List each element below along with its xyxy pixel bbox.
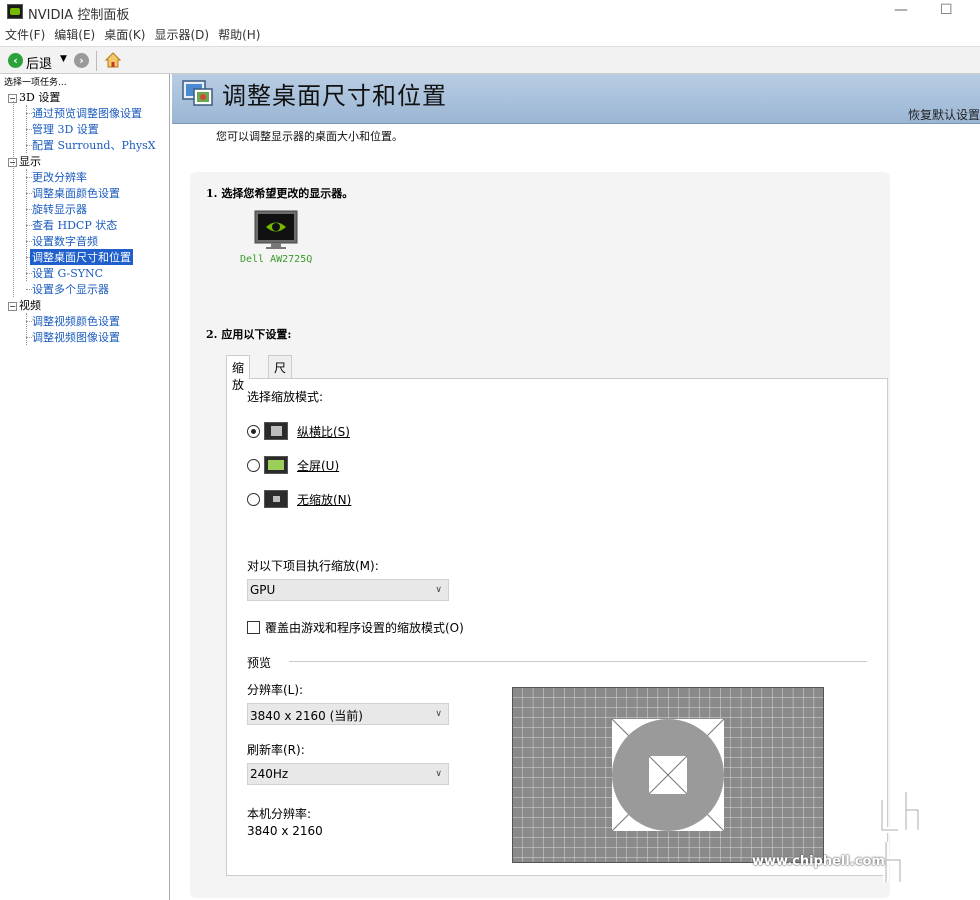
override-scaling-checkbox[interactable] — [247, 621, 260, 634]
tab-size[interactable]: 尺寸 — [268, 355, 293, 392]
monitor-icon[interactable] — [254, 210, 298, 250]
radio-no-scaling[interactable]: 无缩放(N) — [247, 489, 351, 509]
monitor-name-label[interactable]: Dell AW2725Q — [240, 254, 312, 265]
tree-item-preview-image-settings[interactable]: 通过预览调整图像设置 — [32, 105, 142, 121]
perform-scaling-value: GPU — [250, 583, 276, 597]
scaling-tab-pane: 选择缩放模式: 纵横比(S) 全屏(U) 无缩放(N) 对以下项目执行缩放(M)… — [226, 378, 888, 876]
tree-item-change-resolution[interactable]: 更改分辨率 — [32, 169, 87, 185]
override-scaling-label[interactable]: 覆盖由游戏和程序设置的缩放模式(O) — [265, 619, 464, 636]
tree-item-manage-3d-settings[interactable]: 管理 3D 设置 — [32, 121, 99, 137]
radio-fullscreen-button[interactable] — [247, 458, 260, 472]
tree-item-set-gsync[interactable]: 设置 G-SYNC — [32, 265, 103, 281]
collapse-icon[interactable]: − — [8, 94, 17, 103]
scaling-mode-title: 选择缩放模式: — [247, 390, 324, 404]
toolbar: ‹ 后退 ▼ › — [0, 46, 980, 74]
forward-arrow-icon[interactable]: › — [74, 53, 89, 68]
minimize-icon[interactable]: — — [894, 2, 908, 18]
back-history-dropdown-icon[interactable]: ▼ — [60, 54, 67, 64]
page-banner: 调整桌面尺寸和位置 恢复默认设置 — [172, 74, 980, 124]
tree-category-3d-settings[interactable]: −3D 设置 — [8, 89, 60, 105]
collapse-icon[interactable]: − — [8, 158, 17, 167]
tree-item-set-multiple-displays[interactable]: 设置多个显示器 — [32, 281, 109, 297]
toolbar-separator — [96, 51, 97, 71]
resolution-label: 分辨率(L): — [247, 683, 304, 697]
tab-scaling[interactable]: 缩放 — [226, 355, 251, 392]
page-description: 您可以调整显示器的桌面大小和位置。 — [216, 130, 403, 143]
tree-item-rotate-display[interactable]: 旋转显示器 — [32, 201, 87, 217]
back-arrow-icon[interactable]: ‹ — [8, 53, 23, 68]
window-title: NVIDIA 控制面板 — [28, 8, 130, 23]
page-title: 调整桌面尺寸和位置 — [222, 82, 447, 110]
menu-file[interactable]: 文件(F) — [5, 26, 45, 46]
radio-aspect-ratio[interactable]: 纵横比(S) — [247, 421, 350, 441]
perform-scaling-label: 对以下项目执行缩放(M): — [247, 559, 379, 573]
scaling-preview — [512, 687, 824, 863]
radio-fullscreen[interactable]: 全屏(U) — [247, 455, 339, 475]
restore-defaults-link[interactable]: 恢复默认设置 — [908, 106, 980, 123]
menu-edit[interactable]: 编辑(E) — [54, 26, 95, 46]
settings-panel: 1. 选择您希望更改的显示器。 Dell AW2725Q 2. 应用以下设置: … — [190, 172, 890, 898]
task-tree-header: 选择一项任务... — [4, 78, 67, 88]
no-scaling-icon — [264, 490, 288, 508]
preview-divider — [289, 661, 867, 662]
back-button-label[interactable]: 后退 — [26, 53, 52, 72]
tree-item-adjust-video-color[interactable]: 调整视频颜色设置 — [32, 313, 120, 329]
resolution-value: 3840 x 2160 (当前) — [250, 709, 363, 723]
tree-item-configure-surround-physx[interactable]: 配置 Surround、PhysX — [32, 137, 156, 153]
chevron-down-icon: ∨ — [435, 585, 442, 595]
tree-item-set-digital-audio[interactable]: 设置数字音频 — [32, 233, 98, 249]
chevron-down-icon: ∨ — [435, 769, 442, 779]
override-scaling-checkbox-row[interactable]: 覆盖由游戏和程序设置的缩放模式(O) — [247, 619, 464, 636]
native-resolution-label: 本机分辨率: — [247, 807, 312, 821]
menu-desktop[interactable]: 桌面(K) — [104, 26, 145, 46]
resolution-select[interactable]: 3840 x 2160 (当前) ∨ — [247, 703, 449, 725]
step2-heading: 2. 应用以下设置: — [206, 328, 292, 341]
radio-aspect-ratio-label[interactable]: 纵横比(S) — [297, 423, 350, 440]
chevron-down-icon: ∨ — [435, 709, 442, 719]
tree-category-display[interactable]: − 显示 — [8, 153, 41, 169]
tree-item-adjust-video-image[interactable]: 调整视频图像设置 — [32, 329, 120, 345]
tree-category-video[interactable]: − 视频 — [8, 297, 41, 313]
task-tree-panel: 选择一项任务... −3D 设置 通过预览调整图像设置 管理 3D 设置 配置 … — [0, 74, 170, 900]
step1-heading: 1. 选择您希望更改的显示器。 — [206, 187, 354, 200]
aspect-ratio-icon — [264, 422, 288, 440]
perform-scaling-select[interactable]: GPU ∨ — [247, 579, 449, 601]
collapse-icon[interactable]: − — [8, 302, 17, 311]
menu-help[interactable]: 帮助(H) — [218, 26, 260, 46]
refresh-rate-select[interactable]: 240Hz ∨ — [247, 763, 449, 785]
maximize-icon[interactable]: ☐ — [940, 2, 953, 18]
native-resolution-value: 3840 x 2160 — [247, 824, 323, 838]
nvidia-app-icon — [7, 4, 23, 19]
fullscreen-icon — [264, 456, 288, 474]
radio-no-scaling-button[interactable] — [247, 492, 260, 506]
tree-item-view-hdcp-status[interactable]: 查看 HDCP 状态 — [32, 217, 117, 233]
refresh-rate-value: 240Hz — [250, 767, 289, 781]
radio-no-scaling-label[interactable]: 无缩放(N) — [297, 491, 351, 508]
menu-display[interactable]: 显示器(D) — [154, 26, 209, 46]
tree-item-adjust-desktop-color[interactable]: 调整桌面颜色设置 — [32, 185, 120, 201]
menu-bar: 文件(F) 编辑(E) 桌面(K) 显示器(D) 帮助(H) — [0, 26, 260, 46]
radio-aspect-ratio-button[interactable] — [247, 424, 260, 438]
title-bar: NVIDIA 控制面板 — ☐ — [0, 0, 980, 24]
home-icon[interactable] — [104, 51, 122, 69]
preview-section-label: 预览 — [247, 656, 272, 670]
desktop-size-page-icon — [182, 80, 213, 106]
radio-fullscreen-label[interactable]: 全屏(U) — [297, 457, 339, 474]
refresh-rate-label: 刷新率(R): — [247, 743, 305, 757]
tree-item-adjust-desktop-size-position[interactable]: 调整桌面尺寸和位置 — [30, 249, 133, 265]
main-content: 调整桌面尺寸和位置 恢复默认设置 您可以调整显示器的桌面大小和位置。 1. 选择… — [172, 74, 980, 900]
